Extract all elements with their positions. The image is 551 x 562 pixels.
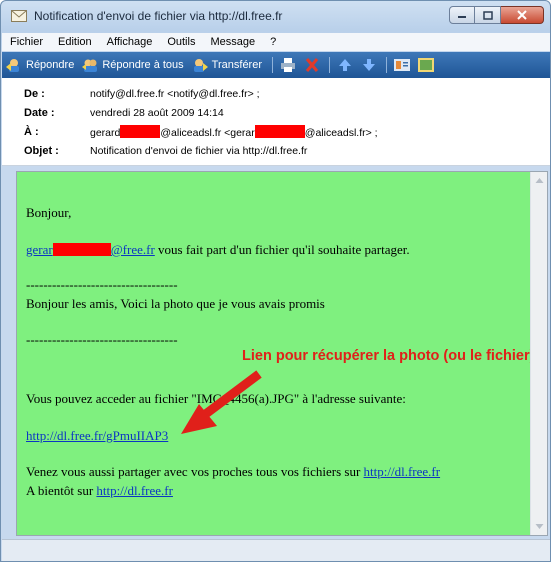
address-book-icon — [394, 59, 410, 71]
to-label: À : — [24, 125, 39, 138]
status-bar — [2, 539, 550, 561]
delete-button[interactable] — [303, 57, 321, 73]
maximize-button[interactable] — [475, 6, 501, 24]
forward-button[interactable]: Transférer — [192, 58, 262, 72]
menu-fichier[interactable]: Fichier — [10, 36, 43, 48]
goodbye-text: A bientôt sur — [26, 483, 97, 498]
close-button[interactable] — [501, 6, 544, 24]
date-row: Date : vendredi 28 août 2009 14:14 — [24, 103, 550, 122]
message-body: Bonjour, gerar @free.fr vous fait part d'… — [16, 171, 548, 536]
delete-x-icon — [305, 58, 319, 72]
title-bar[interactable]: Notification d'envoi de fichier via http… — [1, 1, 550, 31]
separator-1: ----------------------------------- — [26, 277, 178, 292]
next-button[interactable] — [360, 57, 378, 73]
share-text: vous fait part d'un fichier qu'il souhai… — [154, 242, 410, 257]
mail-window: Notification d'envoi de fichier via http… — [0, 0, 551, 562]
sender-link-end: @free.fr — [110, 242, 155, 257]
menu-outils[interactable]: Outils — [167, 36, 195, 48]
contacts-button[interactable] — [393, 57, 411, 73]
to-part-1: gerard — [90, 126, 121, 139]
annotation-caption: Lien pour récupérer la photo (ou le fich… — [242, 348, 535, 364]
previous-button[interactable] — [336, 57, 354, 73]
message-headers: De : notify@dl.free.fr <notify@dl.free.f… — [2, 78, 550, 166]
reply-label: Répondre — [26, 59, 75, 71]
arrow-down-icon — [363, 59, 375, 71]
toolbar-separator — [272, 57, 273, 73]
menu-help[interactable]: ? — [270, 36, 276, 48]
addresses-button[interactable] — [417, 57, 435, 73]
separator-2: ----------------------------------- — [26, 332, 178, 347]
to-part-3: @aliceadsl.fr> ; — [304, 126, 378, 139]
sender-email-link[interactable]: gerar @free.fr — [26, 242, 155, 257]
date-label: Date : — [24, 106, 55, 119]
share-invite-line: Venez vous aussi partager avec vos proch… — [26, 464, 440, 480]
redaction-bar — [254, 124, 305, 138]
from-label: De : — [24, 87, 45, 100]
to-part-2: @aliceadsl.fr <gerar — [160, 126, 255, 139]
greeting: Bonjour, — [26, 205, 72, 220]
share-invite-link[interactable]: http://dl.free.fr — [364, 464, 441, 479]
share-invite-text: Venez vous aussi partager avec vos proch… — [26, 464, 364, 479]
sender-line: gerar @free.fr vous fait part d'un fichie… — [26, 242, 410, 258]
reply-all-label: Répondre à tous — [102, 59, 184, 71]
maximize-icon — [482, 10, 493, 20]
from-value[interactable]: notify@dl.free.fr <notify@dl.free.fr> ; — [90, 88, 260, 100]
toolbar: Répondre Répondre à tous Transférer — [2, 52, 550, 78]
scroll-down-arrow-icon[interactable] — [535, 523, 544, 530]
menu-message[interactable]: Message — [210, 36, 255, 48]
contact-card-icon — [418, 58, 434, 72]
subject-row: Objet : Notification d'envoi de fichier … — [24, 141, 550, 160]
print-button[interactable] — [279, 57, 297, 73]
window-title: Notification d'envoi de fichier via http… — [34, 9, 283, 23]
goodbye-link[interactable]: http://dl.free.fr — [96, 483, 173, 498]
menu-affichage[interactable]: Affichage — [107, 36, 153, 48]
sender-link-start: gerar — [26, 242, 53, 257]
forward-icon — [193, 59, 208, 72]
red-arrow-icon — [181, 370, 262, 434]
date-value: vendredi 28 août 2009 14:14 — [90, 106, 224, 119]
redaction-bar — [52, 243, 111, 256]
to-value[interactable]: gerard @aliceadsl.fr <gerar @aliceadsl.fr>… — [90, 124, 378, 139]
goodbye-line: A bientôt sur http://dl.free.fr — [26, 483, 173, 499]
menu-bar: Fichier Edition Affichage Outils Message… — [2, 33, 550, 51]
menu-edition[interactable]: Edition — [58, 36, 92, 48]
minimize-icon — [458, 16, 466, 18]
close-icon — [517, 10, 527, 20]
to-row: À : gerard @aliceadsl.fr <gerar @aliceadsl… — [24, 122, 550, 141]
file-link-line: http://dl.free.fr/gPmuIIAP3 — [26, 428, 168, 444]
reply-all-icon — [82, 59, 98, 72]
file-download-link[interactable]: http://dl.free.fr/gPmuIIAP3 — [26, 428, 168, 443]
printer-icon — [281, 58, 295, 72]
arrow-up-icon — [339, 59, 351, 71]
minimize-button[interactable] — [449, 6, 475, 24]
subject-label: Objet : — [24, 144, 59, 157]
vertical-scrollbar[interactable] — [530, 172, 547, 535]
reply-all-button[interactable]: Répondre à tous — [82, 58, 184, 72]
personal-message: Bonjour les amis, Voici la photo que je … — [26, 296, 325, 311]
toolbar-separator-3 — [386, 57, 387, 73]
toolbar-separator-2 — [329, 57, 330, 73]
subject-value: Notification d'envoi de fichier via http… — [90, 144, 308, 157]
redaction-bar — [120, 124, 161, 138]
from-row: De : notify@dl.free.fr <notify@dl.free.f… — [24, 84, 550, 103]
reply-button[interactable]: Répondre — [6, 58, 74, 72]
reply-icon — [6, 59, 19, 72]
forward-label: Transférer — [211, 59, 262, 71]
envelope-icon — [11, 10, 27, 22]
scroll-up-arrow-icon[interactable] — [535, 177, 544, 184]
window-controls — [449, 6, 544, 24]
